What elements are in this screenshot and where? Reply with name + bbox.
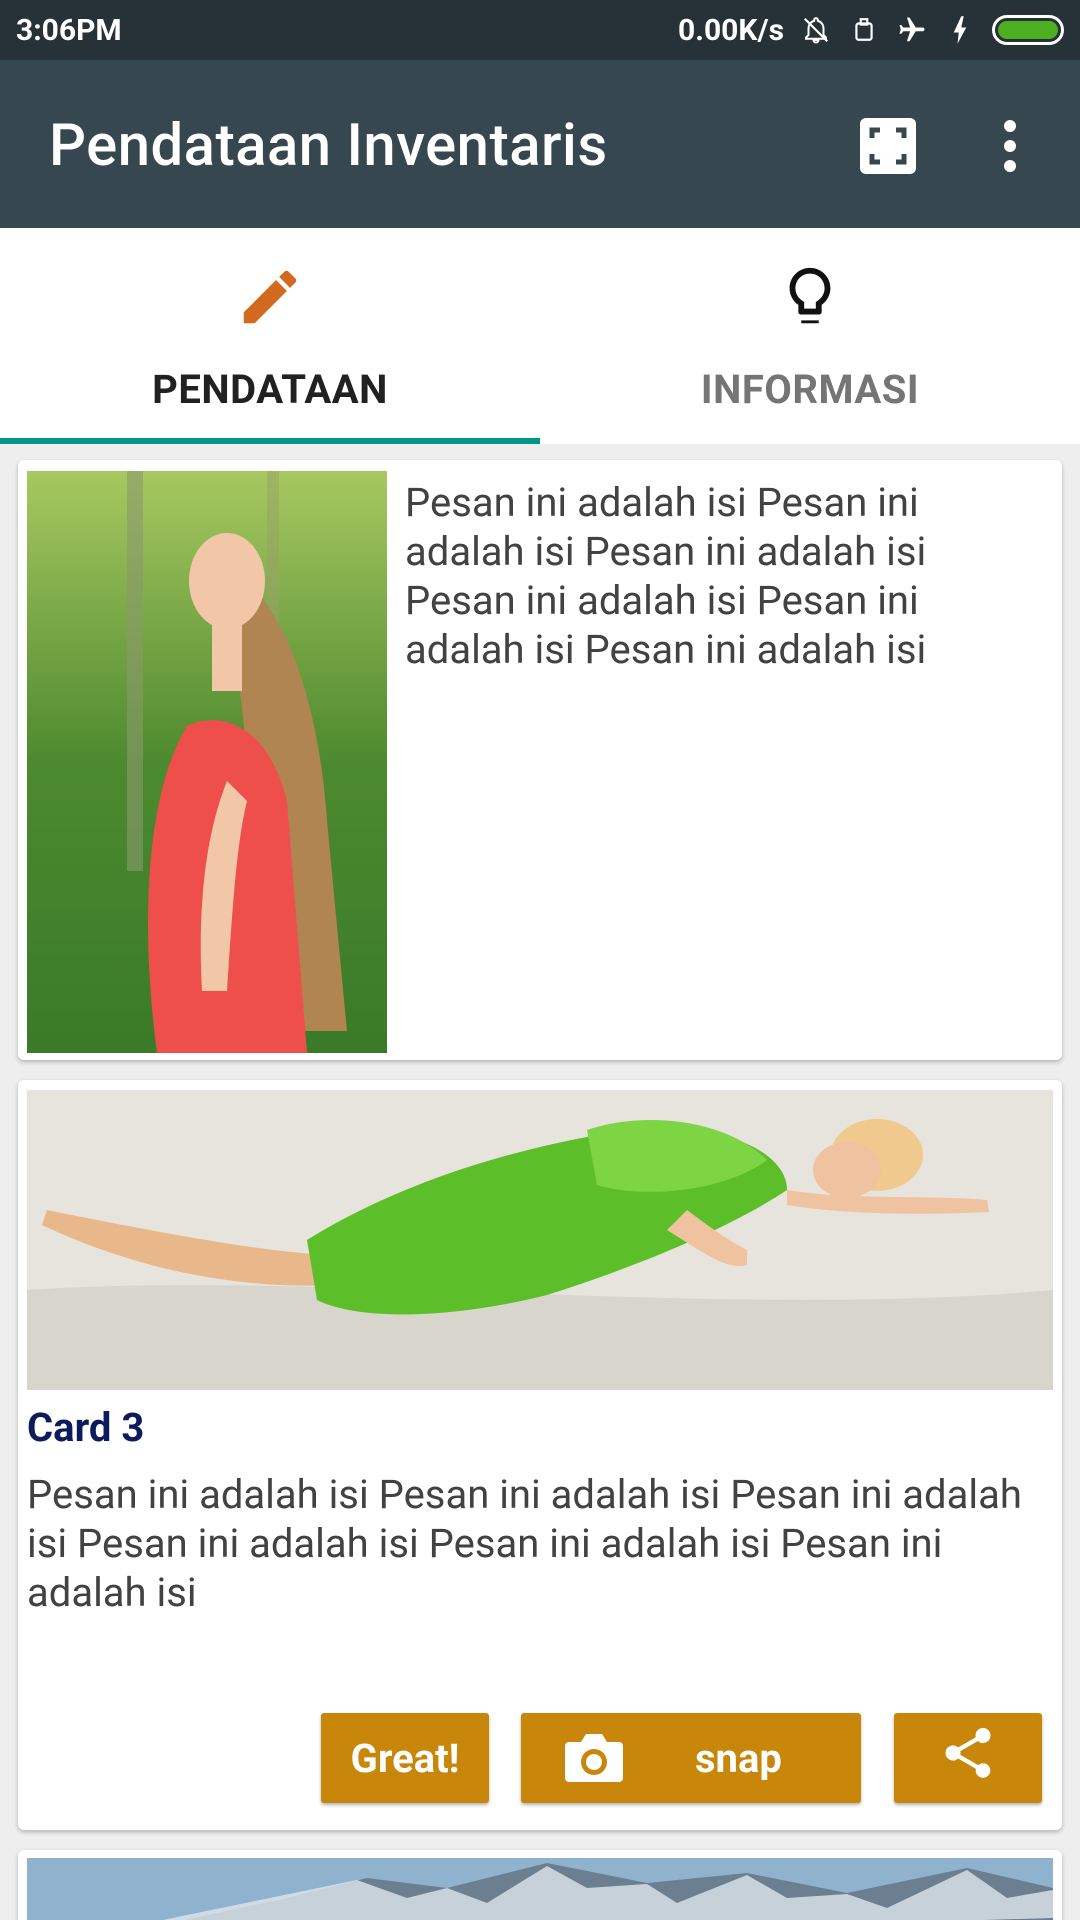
tab-pendataan[interactable]: PENDATAAN [0, 228, 540, 444]
card-horizontal[interactable]: Pesan ini adalah isi Pesan ini adalah is… [18, 460, 1062, 1060]
share-icon [938, 1723, 998, 1793]
card-title: Card 3 [27, 1404, 145, 1451]
share-button[interactable] [894, 1713, 1042, 1803]
great-button[interactable]: Great! [321, 1713, 489, 1803]
card-partial[interactable] [18, 1850, 1062, 1920]
tab-informasi-label: INFORMASI [700, 366, 920, 413]
bell-off-icon [800, 14, 832, 46]
status-time: 3:06PM [16, 12, 122, 48]
great-button-label: Great! [350, 1734, 460, 1782]
battery-icon [992, 15, 1064, 45]
app-title: Pendataan Inventaris [49, 112, 608, 180]
camera-icon [563, 1732, 625, 1784]
card-message: Pesan ini adalah isi Pesan ini adalah is… [405, 479, 927, 673]
network-speed: 0.00K/s [678, 12, 784, 48]
status-bar: 3:06PM 0.00K/s [0, 0, 1080, 60]
tab-indicator [0, 438, 540, 444]
tab-pendataan-label: PENDATAAN [152, 366, 388, 413]
card-message: Pesan ini adalah isi Pesan ini adalah is… [27, 1471, 1022, 1616]
tab-informasi[interactable]: INFORMASI [540, 228, 1080, 444]
airplane-icon [896, 14, 928, 46]
tab-bar: PENDATAAN INFORMASI [0, 228, 1080, 444]
fullscreen-icon[interactable] [858, 116, 918, 176]
snap-button-label: snap [695, 1734, 782, 1782]
woman-green-dress-sand-photo [27, 1090, 1053, 1390]
app-toolbar: Pendataan Inventaris [0, 60, 1080, 228]
sim-icon [848, 14, 880, 46]
pencil-icon [235, 262, 305, 332]
status-right: 0.00K/s [678, 13, 1064, 48]
card-vertical[interactable]: Card 3 Pesan ini adalah isi Pesan ini ad… [18, 1080, 1062, 1830]
charging-icon [944, 14, 976, 46]
mountain-landscape-photo [27, 1858, 1053, 1920]
woman-red-shirt-photo [27, 471, 387, 1053]
snap-button[interactable]: snap [521, 1713, 861, 1803]
lightbulb-icon [775, 262, 845, 332]
more-vert-icon[interactable] [990, 116, 1030, 176]
